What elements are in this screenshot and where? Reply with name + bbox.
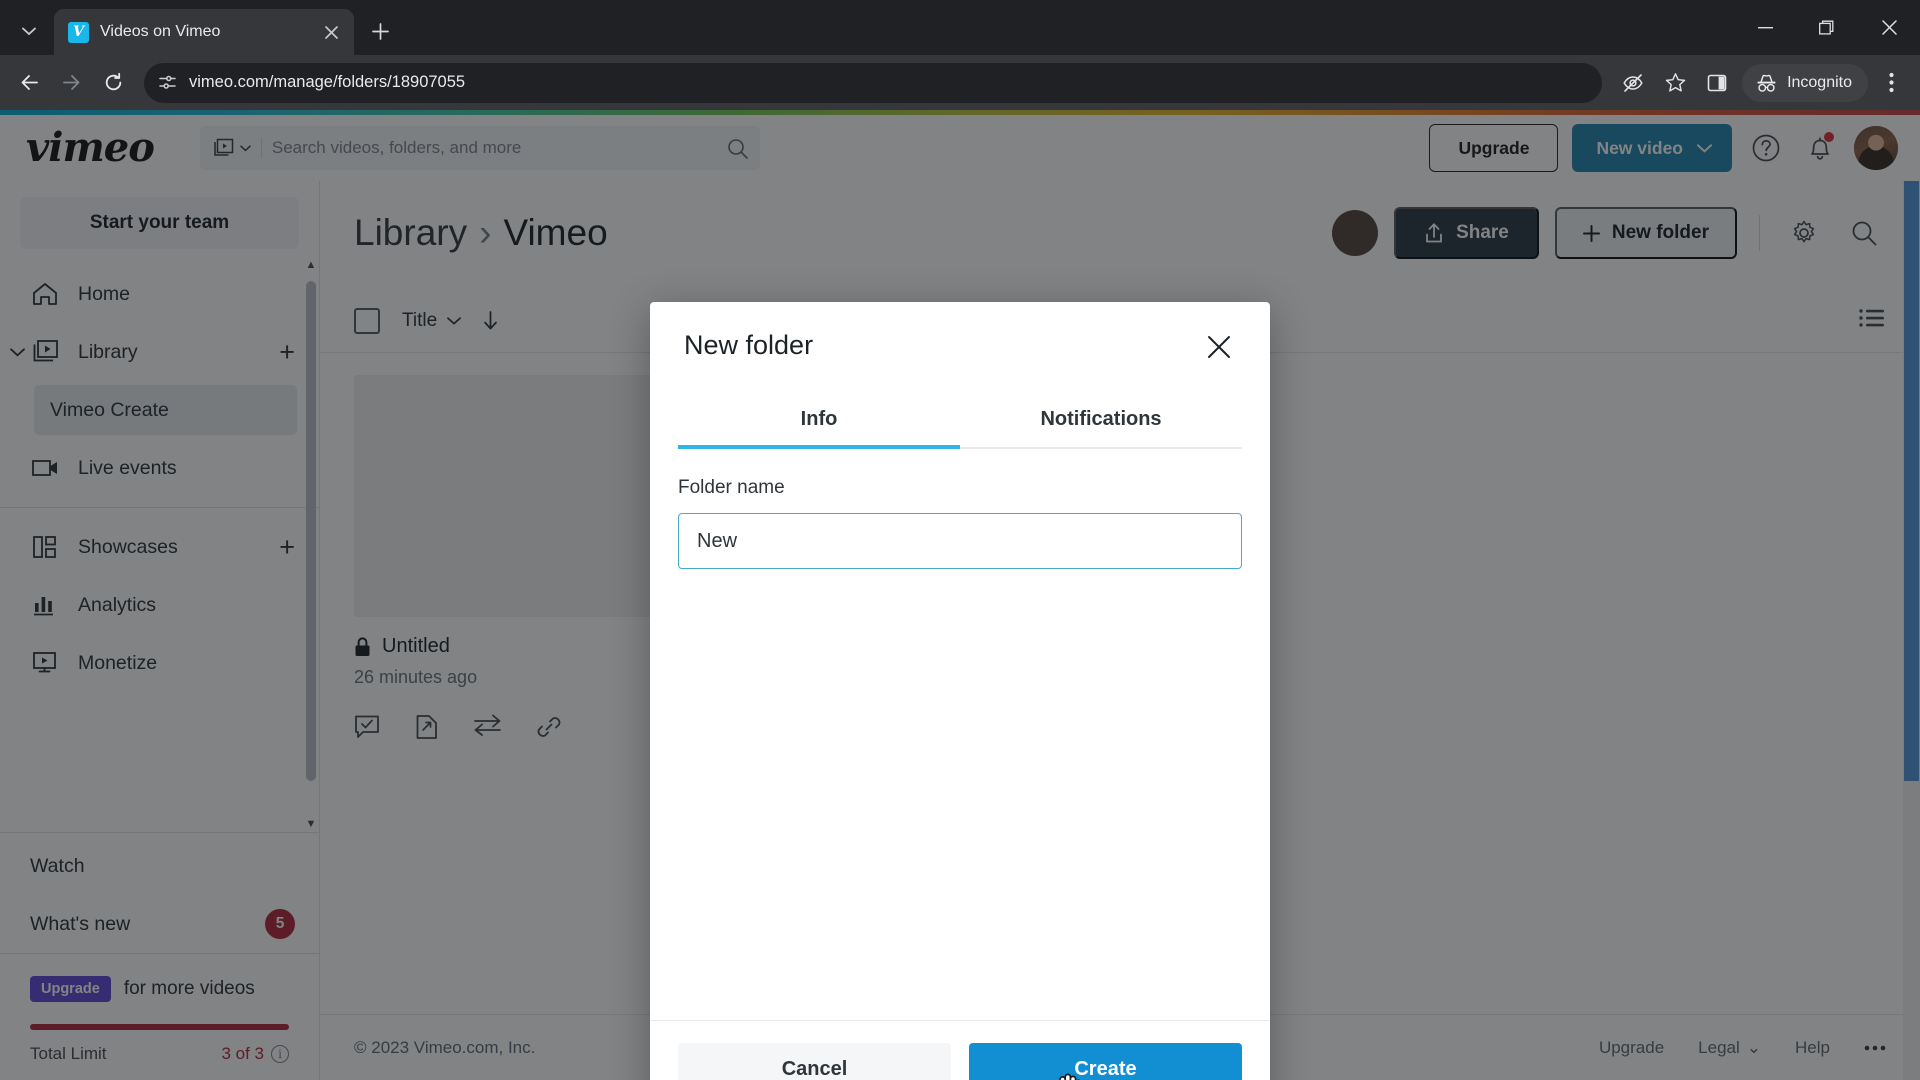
tab-notifications[interactable]: Notifications — [960, 400, 1242, 447]
cancel-button[interactable]: Cancel — [678, 1043, 951, 1080]
incognito-indicator[interactable]: Incognito — [1742, 63, 1868, 102]
address-bar[interactable]: vimeo.com/manage/folders/18907055 — [144, 62, 1603, 103]
modal-header: New folder — [650, 302, 1270, 364]
third-party-cookie-icon-button[interactable] — [1614, 64, 1652, 102]
tab-title: Videos on Vimeo — [100, 23, 221, 40]
close-window-button[interactable] — [1858, 0, 1920, 55]
back-button[interactable] — [10, 64, 48, 102]
side-panel-button[interactable] — [1698, 64, 1736, 102]
modal-footer: Cancel Create — [650, 1020, 1270, 1080]
close-icon — [1881, 20, 1897, 35]
incognito-icon — [1757, 74, 1776, 92]
tab-search-button[interactable] — [6, 11, 52, 51]
new-tab-button[interactable] — [360, 11, 400, 51]
modal-close-button[interactable] — [1202, 330, 1236, 364]
plus-icon — [371, 22, 389, 40]
favicon-letter: V — [73, 24, 84, 40]
modal-body: Folder name — [650, 449, 1270, 1020]
vimeo-favicon-icon: V — [68, 21, 89, 43]
minimize-button[interactable] — [1734, 0, 1796, 55]
close-icon — [324, 25, 338, 39]
reload-button[interactable] — [94, 64, 132, 102]
tab-info[interactable]: Info — [678, 400, 960, 449]
modal-title: New folder — [684, 330, 814, 360]
bookmark-star-icon — [1665, 73, 1685, 92]
browser-menu-button[interactable] — [1872, 64, 1910, 102]
tab-close-button[interactable] — [318, 19, 344, 45]
window-controls — [1734, 0, 1920, 55]
more-vertical-icon — [1888, 72, 1894, 93]
maximize-button[interactable] — [1796, 0, 1858, 55]
new-folder-modal: New folder Info Notifications Folder nam… — [650, 302, 1270, 1080]
back-icon — [21, 75, 38, 90]
reload-icon — [105, 72, 121, 91]
maximize-icon — [1819, 20, 1834, 35]
create-button[interactable]: Create — [969, 1043, 1242, 1080]
eye-off-icon — [1623, 73, 1643, 92]
forward-button[interactable] — [52, 64, 90, 102]
minimize-icon — [1757, 26, 1773, 28]
folder-name-input[interactable] — [678, 513, 1242, 569]
forward-icon — [62, 75, 79, 90]
tab-strip: V Videos on Vimeo — [0, 0, 1920, 55]
browser-toolbar: vimeo.com/manage/folders/18907055 Incogn… — [0, 55, 1920, 110]
url-text: vimeo.com/manage/folders/18907055 — [189, 73, 466, 91]
folder-name-label: Folder name — [678, 477, 785, 498]
modal-tabs: Info Notifications — [678, 400, 1242, 449]
browser-tab[interactable]: V Videos on Vimeo — [54, 9, 354, 55]
incognito-label: Incognito — [1787, 73, 1852, 91]
site-info-icon — [159, 75, 176, 89]
web-page: vimeo Upgrade — [0, 110, 1920, 1080]
browser-window: V Videos on Vimeo vimeo.com/manage/folde… — [0, 0, 1920, 1080]
chevron-down-icon — [22, 27, 36, 35]
side-panel-icon — [1707, 74, 1727, 91]
bookmark-star-button[interactable] — [1656, 64, 1694, 102]
close-icon — [1208, 336, 1230, 358]
